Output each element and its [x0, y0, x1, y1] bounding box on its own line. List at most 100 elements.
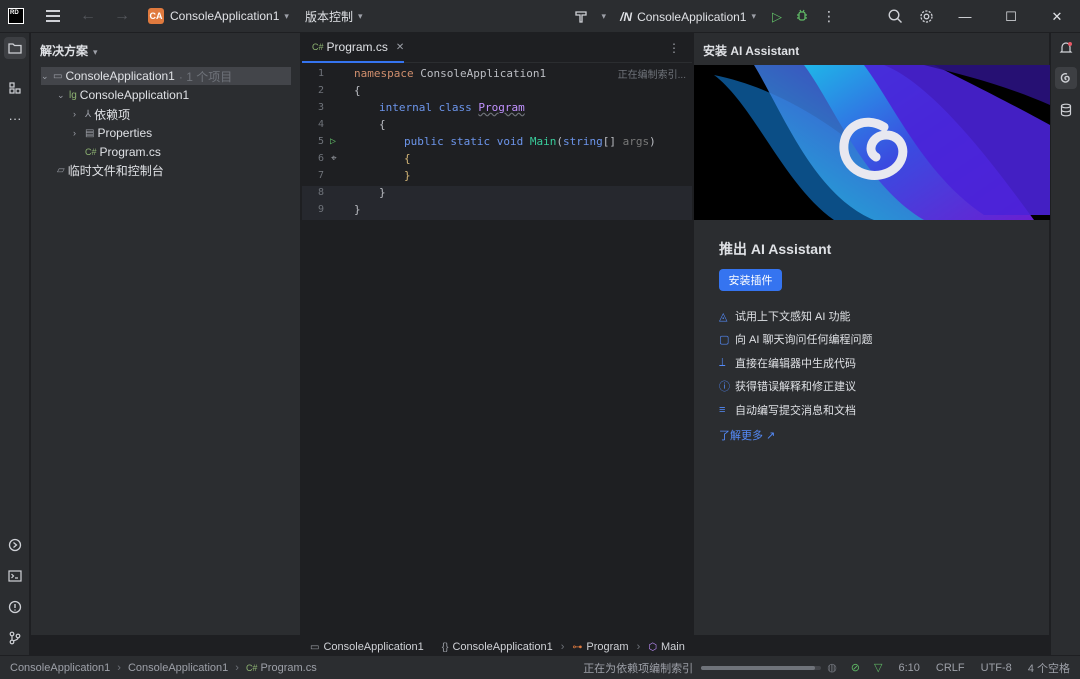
indexing-hint: 正在编制索引...	[617, 70, 686, 81]
status-path-project[interactable]: ConsoleApplication1	[128, 662, 228, 674]
tree-item-dependencies[interactable]: › ⅄ 依赖项	[73, 105, 130, 123]
csharp-file-icon: C#	[312, 42, 324, 52]
more-tools-icon[interactable]: ···	[4, 107, 26, 129]
editor-tabbar: C# Program.cs ✕ ⋮	[302, 33, 692, 63]
maximize-icon[interactable]: ☐	[988, 0, 1034, 33]
back-arrow-icon[interactable]: ←	[80, 7, 96, 25]
feature-item: ⟘ 直接在编辑器中生成代码	[719, 356, 856, 371]
feature-item: ◬ 试用上下文感知 AI 功能	[719, 310, 851, 324]
code-line[interactable]: 9 }	[302, 201, 692, 218]
ai-assistant-panel: 安装 AI Assistant 推出 AI Assistant 安装插件 ◬ 试…	[693, 33, 1050, 635]
solution-explorer: 解决方案 ▾ ⌄ ▭ ConsoleApplication1 · 1 个项目 ⌄ …	[31, 33, 301, 635]
git-branch-icon[interactable]	[4, 627, 26, 649]
chevron-down-icon[interactable]: ⌄	[41, 71, 53, 82]
forward-arrow-icon[interactable]: →	[114, 7, 130, 25]
rider-logo-icon: RD	[8, 8, 24, 24]
document-icon: ≡	[719, 404, 726, 416]
terminal-icon[interactable]	[4, 565, 26, 587]
code-line[interactable]: 1 namespace ConsoleApplication1 正在编制索引..…	[302, 65, 692, 82]
minimize-icon[interactable]: —	[942, 0, 988, 33]
right-tool-strip	[1050, 33, 1080, 655]
chevron-right-icon[interactable]: ›	[73, 128, 85, 138]
chevron-down-icon[interactable]: ⌄	[57, 90, 69, 101]
code-line[interactable]: 5 ▷ public static void Main(string[] arg…	[302, 133, 692, 150]
problems-icon[interactable]	[4, 596, 26, 618]
code-editor[interactable]: C# Program.cs ✕ ⋮ 1 namespace ConsoleApp…	[302, 33, 692, 653]
chevron-right-icon[interactable]: ›	[73, 109, 85, 119]
tree-item-scratches[interactable]: ▱ 临时文件和控制台	[57, 161, 164, 179]
vcs-menu[interactable]: 版本控制	[305, 8, 353, 25]
code-line[interactable]: 8 }	[302, 184, 692, 201]
search-icon[interactable]	[888, 9, 903, 24]
ai-sparkle-icon: ◬	[719, 310, 728, 323]
run-configuration-selector[interactable]: /N ConsoleApplication1 ▾	[620, 10, 756, 24]
close-icon[interactable]: ✕	[396, 42, 404, 53]
main-menu-icon[interactable]	[46, 10, 60, 22]
status-breadcrumb: ConsoleApplication1 › ConsoleApplication…	[10, 661, 317, 674]
code-line[interactable]: 4 {	[302, 116, 692, 133]
services-icon[interactable]	[4, 534, 26, 556]
install-plugin-button[interactable]: 安装插件	[719, 269, 782, 291]
dependencies-icon: ⅄	[85, 108, 92, 120]
chevron-down-icon: ▾	[751, 11, 756, 21]
run-icon[interactable]: ▷	[772, 9, 782, 25]
scratches-icon: ▱	[57, 164, 65, 176]
code-line[interactable]: 6 ⌖ {	[302, 150, 692, 167]
csharp-file-icon: C#	[85, 147, 97, 157]
chevron-down-icon[interactable]: ▾	[284, 11, 289, 22]
folder-icon[interactable]	[4, 37, 26, 59]
breadcrumb-class[interactable]: ⊶ Program	[572, 641, 628, 653]
breadcrumb-solution[interactable]: ▭ ConsoleApplication1	[310, 641, 424, 653]
chevron-down-icon[interactable]: ▾	[358, 11, 363, 22]
notifications-bell-icon[interactable]	[1055, 37, 1077, 59]
csharp-file-icon: C#	[245, 662, 258, 673]
breadcrumb-namespace[interactable]: {} ConsoleApplication1	[442, 641, 553, 653]
code-line[interactable]: 7 }	[302, 167, 692, 184]
feature-item: ≡ 自动编写提交消息和文档	[719, 404, 856, 417]
solution-icon: ▭	[310, 641, 320, 653]
ai-assistant-icon[interactable]	[1055, 67, 1077, 89]
structure-icon[interactable]	[4, 77, 26, 99]
tree-item-properties[interactable]: › ▤ Properties	[73, 124, 152, 142]
code-line[interactable]: 2 {	[302, 82, 692, 99]
question-icon: ⓘ	[719, 381, 730, 393]
file-encoding[interactable]: UTF-8	[981, 662, 1012, 674]
close-icon[interactable]: ✕	[1034, 0, 1080, 33]
run-gutter-icon[interactable]: ▷	[330, 136, 336, 147]
tree-item-solution[interactable]: ⌄ ▭ ConsoleApplication1 · 1 个项目	[41, 67, 291, 85]
indexing-status[interactable]: 正在为依赖项编制索引	[583, 660, 693, 676]
learn-more-link[interactable]: 了解更多 ↗	[719, 427, 775, 443]
inspection-icon[interactable]: ▽	[874, 661, 882, 674]
run-config-label: ConsoleApplication1	[637, 9, 747, 24]
project-name[interactable]: ConsoleApplication1	[170, 9, 279, 23]
project-badge[interactable]: CA	[148, 8, 164, 24]
feature-item: ▢ 向 AI 聊天询问任何编程问题	[719, 333, 873, 347]
check-ok-icon[interactable]: ⊘	[851, 661, 860, 674]
tab-options-icon[interactable]: ⋮	[668, 41, 680, 55]
tab-program-cs[interactable]: C# Program.cs ✕	[302, 33, 404, 63]
tree-item-program-cs[interactable]: C# Program.cs	[85, 143, 161, 161]
settings-gear-icon[interactable]	[919, 9, 934, 24]
panel-title[interactable]: 解决方案 ▾	[40, 42, 98, 59]
debug-bug-icon[interactable]	[796, 9, 808, 25]
breadcrumb-method[interactable]: ⬡ Main	[648, 641, 685, 653]
code-line[interactable]: 3 internal class Program	[302, 99, 692, 116]
status-path-solution[interactable]: ConsoleApplication1	[10, 662, 110, 674]
namespace-icon: {}	[441, 641, 449, 653]
code-generate-icon: ⟘	[719, 356, 726, 369]
project-icon: lg	[69, 89, 77, 101]
database-icon[interactable]	[1055, 99, 1077, 121]
chevron-down-icon[interactable]: ▾	[602, 11, 607, 22]
tree-item-project[interactable]: ⌄ lg ConsoleApplication1	[57, 86, 189, 104]
ai-title: 推出 AI Assistant	[719, 241, 832, 257]
feature-item: ⓘ 获得错误解释和修正建议	[719, 378, 856, 394]
status-path-file[interactable]: Program.cs	[260, 662, 316, 674]
dotnet-icon: /N	[620, 9, 633, 24]
build-hammer-icon[interactable]	[570, 10, 592, 24]
line-separator[interactable]: CRLF	[936, 662, 965, 674]
caret-position[interactable]: 6:10	[898, 662, 919, 674]
more-actions-icon[interactable]: ⋮	[822, 8, 836, 25]
indent-setting[interactable]: 4 个空格	[1028, 660, 1070, 676]
pause-icon[interactable]: ◍	[827, 661, 837, 674]
status-bar: ConsoleApplication1 › ConsoleApplication…	[0, 655, 1080, 679]
